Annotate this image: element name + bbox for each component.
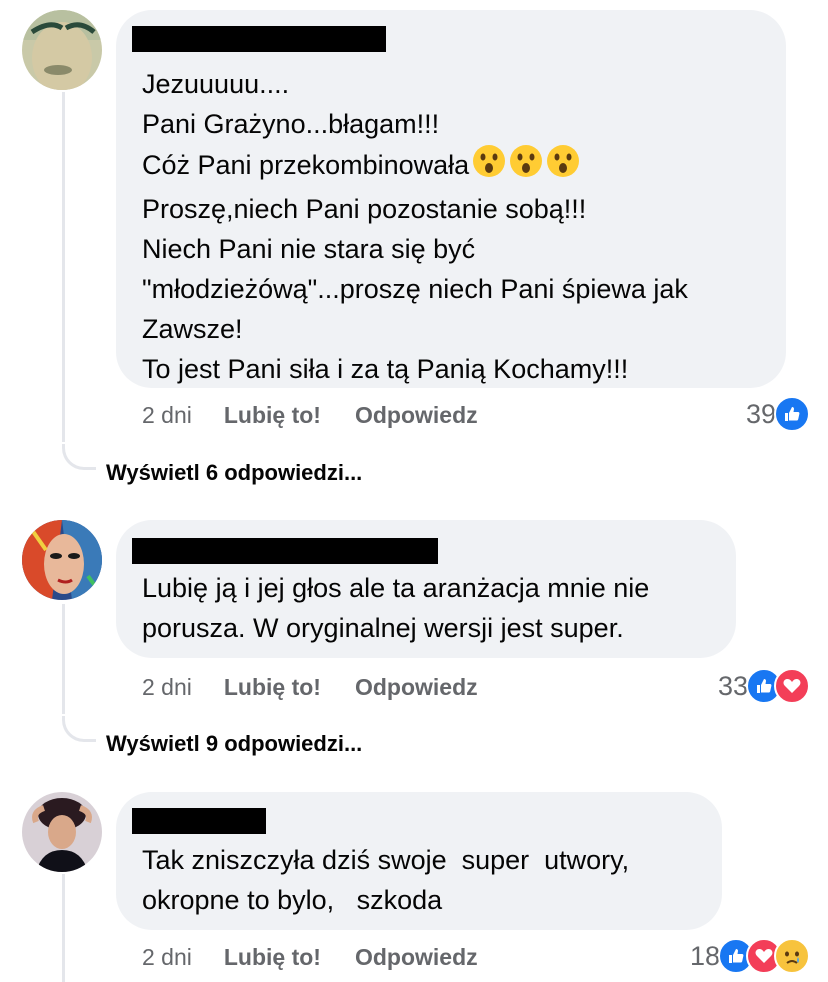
comment-actions: 2 dni Lubię to! Odpowiedz — [142, 402, 478, 429]
comment-line: Pani Grażyno...błagam!!! — [142, 109, 440, 139]
avatar[interactable] — [22, 792, 102, 872]
comment-timestamp[interactable]: 2 dni — [142, 674, 192, 701]
thread-connector — [62, 444, 96, 470]
comment-line: Proszę,niech Pani pozostanie sobą!!! — [142, 194, 587, 224]
reply-button[interactable]: Odpowiedz — [355, 944, 478, 971]
reaction-summary[interactable]: 33 — [718, 668, 810, 704]
reply-button[interactable]: Odpowiedz — [355, 402, 478, 429]
comment-text: Tak zniszczyła dziś swoje super utwory, … — [142, 840, 629, 920]
astonished-face-icon — [546, 144, 580, 189]
redacted-author-name — [132, 26, 386, 52]
avatar[interactable] — [22, 520, 102, 600]
redacted-author-name — [132, 808, 266, 834]
comment-line: okropne to bylo, szkoda — [142, 885, 443, 915]
like-icon — [774, 396, 810, 432]
thread-line — [62, 604, 65, 714]
comment-actions: 2 dni Lubię to! Odpowiedz — [142, 944, 478, 971]
comment-bubble: Tak zniszczyła dziś swoje super utwory, … — [116, 792, 722, 930]
comment-actions: 2 dni Lubię to! Odpowiedz — [142, 674, 478, 701]
comment-line: Lubię ją i jej głos ale ta aranżacja mni… — [142, 573, 650, 603]
reaction-count: 18 — [689, 940, 720, 971]
comment-text: Jezuuuuu.... Pani Grażyno...błagam!!! Có… — [142, 64, 688, 389]
reaction-count: 39 — [745, 398, 776, 429]
astonished-face-icon — [472, 144, 506, 189]
comment-bubble: Jezuuuuu.... Pani Grażyno...błagam!!! Có… — [116, 10, 786, 388]
comment-line: porusza. W oryginalnej wersji jest super… — [142, 613, 624, 643]
comment-line: Niech Pani nie stara się być — [142, 234, 476, 264]
view-replies-link[interactable]: Wyświetl 9 odpowiedzi... — [106, 731, 362, 757]
avatar[interactable] — [22, 10, 102, 90]
like-button[interactable]: Lubię to! — [224, 674, 321, 701]
astonished-face-icon — [509, 144, 543, 189]
like-button[interactable]: Lubię to! — [224, 944, 321, 971]
love-icon — [774, 668, 810, 704]
redacted-author-name — [132, 538, 438, 564]
thread-line — [62, 92, 65, 442]
reply-button[interactable]: Odpowiedz — [355, 674, 478, 701]
reaction-count: 33 — [717, 670, 748, 701]
comment-bubble: Lubię ją i jej głos ale ta aranżacja mni… — [116, 520, 736, 658]
thread-connector — [62, 716, 96, 742]
comment-line: Cóż Pani przekombinowała — [142, 150, 470, 180]
comment-line: Jezuuuuu.... — [142, 69, 290, 99]
comment-line: "młodzieżówą"...proszę niech Pani śpiewa… — [142, 274, 688, 304]
comment-timestamp[interactable]: 2 dni — [142, 402, 192, 429]
comment-timestamp[interactable]: 2 dni — [142, 944, 192, 971]
thread-line — [62, 874, 65, 982]
sad-icon — [774, 938, 810, 974]
comment-line-with-emoji: Cóż Pani przekombinowała — [142, 144, 688, 189]
comment-text: Lubię ją i jej głos ale ta aranżacja mni… — [142, 568, 649, 648]
view-replies-link[interactable]: Wyświetl 6 odpowiedzi... — [106, 460, 362, 486]
comment-line: To jest Pani siła i za tą Panią Kochamy!… — [142, 354, 629, 384]
like-button[interactable]: Lubię to! — [224, 402, 321, 429]
reaction-summary[interactable]: 39 — [746, 396, 810, 432]
comment-line: Zawsze! — [142, 314, 243, 344]
reaction-summary[interactable]: 18 — [690, 938, 810, 974]
comment-line: Tak zniszczyła dziś swoje super utwory, — [142, 845, 630, 875]
